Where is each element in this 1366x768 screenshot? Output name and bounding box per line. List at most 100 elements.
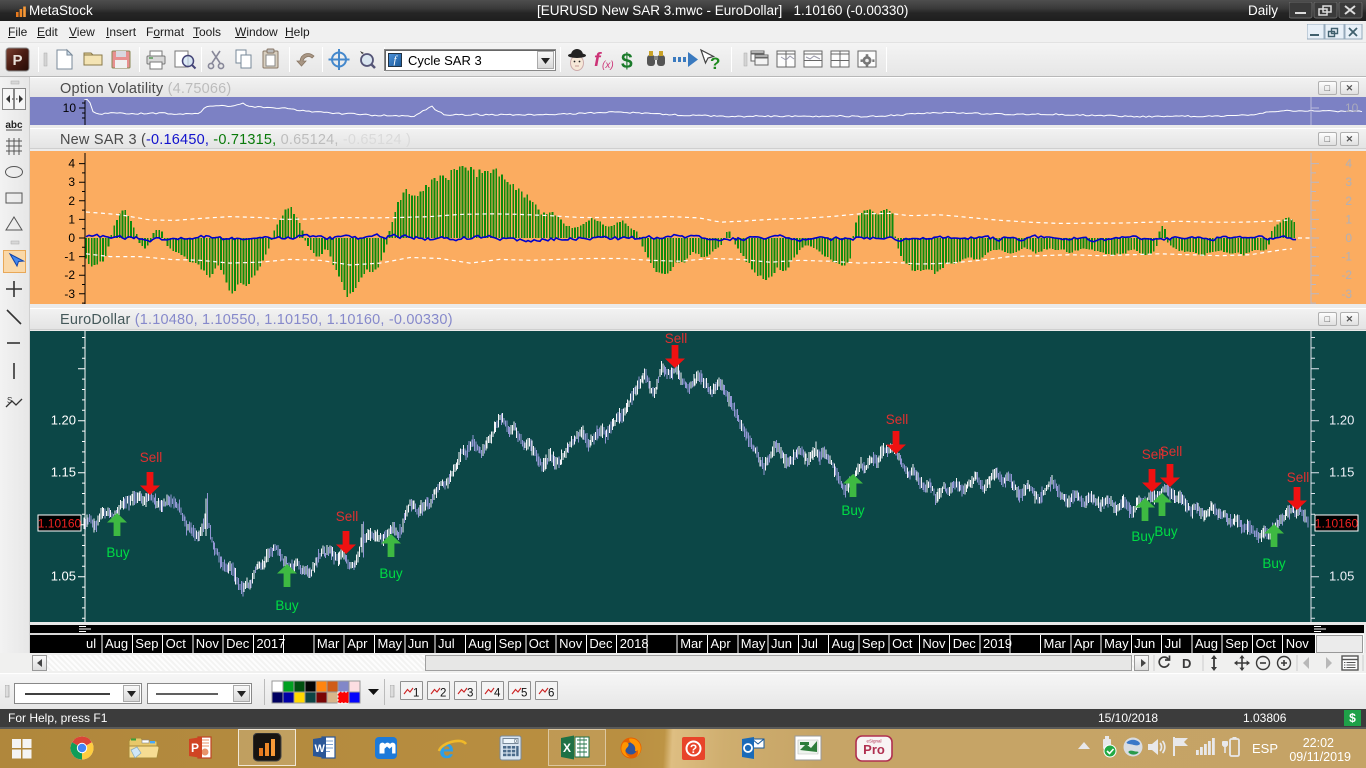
svg-text:1: 1 bbox=[1345, 212, 1352, 226]
svg-text:0: 0 bbox=[1345, 231, 1352, 245]
svg-text:4: 4 bbox=[494, 688, 501, 700]
svg-text:abc: abc bbox=[5, 120, 23, 131]
svg-text:W: W bbox=[315, 743, 326, 755]
svg-text:Apr: Apr bbox=[347, 636, 368, 651]
svg-text:Nov: Nov bbox=[1286, 636, 1310, 651]
svg-text:Mar: Mar bbox=[1044, 636, 1067, 651]
svg-text:ESP: ESP bbox=[1252, 741, 1278, 756]
svg-text:Pro: Pro bbox=[863, 742, 885, 757]
svg-text:1.10160: 1.10160 bbox=[1315, 517, 1359, 531]
svg-text:Jun: Jun bbox=[771, 636, 792, 651]
svg-text:10: 10 bbox=[1345, 101, 1359, 115]
svg-text:Sell: Sell bbox=[336, 509, 359, 524]
svg-text:-3: -3 bbox=[1341, 287, 1352, 301]
svg-text:Nov: Nov bbox=[196, 636, 220, 651]
svg-text:Mar: Mar bbox=[680, 636, 703, 651]
svg-text:3: 3 bbox=[467, 688, 473, 700]
svg-text:Apr: Apr bbox=[711, 636, 732, 651]
svg-text:Aug: Aug bbox=[105, 636, 128, 651]
svg-text:Apr: Apr bbox=[1074, 636, 1095, 651]
svg-text:-2: -2 bbox=[64, 268, 75, 282]
svg-text:Sell: Sell bbox=[1287, 470, 1310, 485]
svg-text:Mar: Mar bbox=[317, 636, 340, 651]
svg-text:2019: 2019 bbox=[983, 636, 1012, 651]
svg-text:Sell: Sell bbox=[886, 412, 909, 427]
svg-text:?: ? bbox=[690, 742, 697, 756]
svg-text:1.05: 1.05 bbox=[51, 569, 76, 584]
svg-text:Sep: Sep bbox=[1225, 636, 1248, 651]
svg-text:Buy: Buy bbox=[1262, 556, 1286, 571]
svg-text:?: ? bbox=[710, 54, 720, 73]
svg-text:Buy: Buy bbox=[1154, 524, 1178, 539]
svg-text:Sell: Sell bbox=[140, 450, 163, 465]
svg-text:$: $ bbox=[621, 50, 633, 73]
svg-text:6: 6 bbox=[548, 688, 554, 700]
svg-text:1.05: 1.05 bbox=[1329, 569, 1354, 584]
svg-text:Jun: Jun bbox=[408, 636, 429, 651]
svg-text:Dec: Dec bbox=[589, 636, 613, 651]
svg-text:1.10160: 1.10160 bbox=[38, 517, 82, 531]
svg-text:2: 2 bbox=[1345, 194, 1352, 208]
svg-text:0: 0 bbox=[68, 231, 75, 245]
svg-text:S: S bbox=[7, 396, 12, 405]
svg-text:Sell: Sell bbox=[665, 331, 688, 346]
svg-text:2: 2 bbox=[68, 194, 75, 208]
svg-text:D: D bbox=[1182, 656, 1191, 671]
svg-text:Sep: Sep bbox=[135, 636, 158, 651]
svg-text:2: 2 bbox=[440, 688, 446, 700]
svg-text:-3: -3 bbox=[64, 287, 75, 301]
svg-text:2017: 2017 bbox=[256, 636, 285, 651]
svg-text:1.20: 1.20 bbox=[51, 413, 76, 428]
svg-text:-2: -2 bbox=[1341, 268, 1352, 282]
svg-text:Dec: Dec bbox=[226, 636, 250, 651]
svg-text:X: X bbox=[563, 741, 571, 755]
svg-text:4: 4 bbox=[68, 157, 75, 171]
svg-text:0: 0 bbox=[514, 739, 517, 745]
svg-text:10: 10 bbox=[63, 101, 77, 115]
svg-text:Buy: Buy bbox=[106, 545, 130, 560]
svg-text:Oct: Oct bbox=[529, 636, 550, 651]
svg-text:Jul: Jul bbox=[1165, 636, 1182, 651]
svg-text:Oct: Oct bbox=[892, 636, 913, 651]
svg-text:-1: -1 bbox=[64, 250, 75, 264]
svg-text:Oct: Oct bbox=[1256, 636, 1277, 651]
svg-text:1.20: 1.20 bbox=[1329, 413, 1354, 428]
svg-text:(x): (x) bbox=[602, 60, 614, 71]
svg-text:eSignal: eSignal bbox=[866, 739, 881, 744]
svg-text:May: May bbox=[1104, 636, 1129, 651]
svg-text:Sep: Sep bbox=[862, 636, 885, 651]
svg-text:Buy: Buy bbox=[1131, 529, 1155, 544]
svg-text:Aug: Aug bbox=[832, 636, 855, 651]
svg-text:3: 3 bbox=[68, 175, 75, 189]
svg-text:Buy: Buy bbox=[379, 566, 403, 581]
svg-text:-1: -1 bbox=[1341, 250, 1352, 264]
svg-text:May: May bbox=[378, 636, 403, 651]
svg-text:Jun: Jun bbox=[1134, 636, 1155, 651]
svg-text:ul: ul bbox=[86, 636, 96, 651]
svg-text:5: 5 bbox=[521, 688, 527, 700]
svg-text:4: 4 bbox=[1345, 157, 1352, 171]
svg-text:09/11/2019: 09/11/2019 bbox=[1289, 750, 1351, 764]
svg-text:3: 3 bbox=[1345, 175, 1352, 189]
svg-text:22:02: 22:02 bbox=[1303, 736, 1334, 750]
svg-text:1: 1 bbox=[413, 688, 419, 700]
svg-text:Buy: Buy bbox=[841, 503, 865, 518]
svg-text:Dec: Dec bbox=[953, 636, 977, 651]
svg-text:P: P bbox=[191, 741, 199, 755]
svg-text:Buy: Buy bbox=[275, 598, 299, 613]
svg-text:Sell: Sell bbox=[1160, 444, 1183, 459]
svg-text:Aug: Aug bbox=[1195, 636, 1218, 651]
svg-text:Jul: Jul bbox=[801, 636, 818, 651]
svg-text:Aug: Aug bbox=[468, 636, 491, 651]
svg-text:May: May bbox=[741, 636, 766, 651]
svg-text:f: f bbox=[594, 50, 602, 71]
svg-text:Nov: Nov bbox=[559, 636, 583, 651]
svg-text:2018: 2018 bbox=[620, 636, 649, 651]
svg-text:Jul: Jul bbox=[438, 636, 455, 651]
svg-text:1: 1 bbox=[68, 212, 75, 226]
svg-text:Oct: Oct bbox=[166, 636, 187, 651]
svg-text:1.15: 1.15 bbox=[1329, 465, 1354, 480]
svg-text:Sep: Sep bbox=[499, 636, 522, 651]
svg-text:1.15: 1.15 bbox=[51, 465, 76, 480]
svg-text:Nov: Nov bbox=[922, 636, 946, 651]
